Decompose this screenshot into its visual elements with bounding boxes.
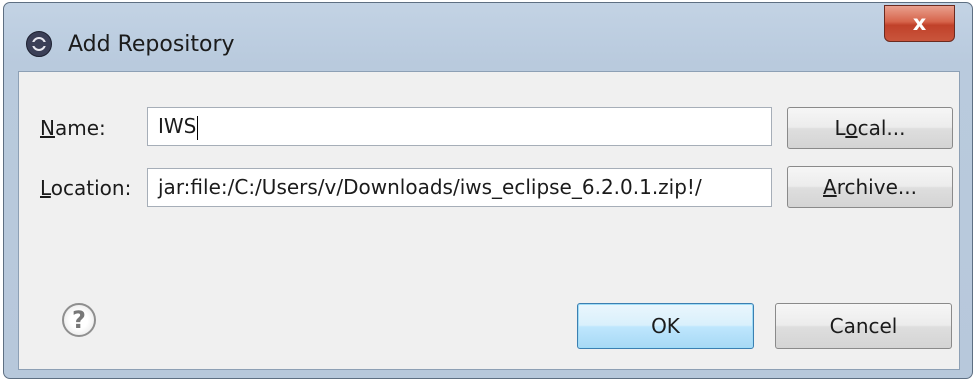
dialog-body: Name: IWS Local... Location: jar:file:/C… (18, 71, 960, 370)
location-label-mnemonic: L (40, 176, 51, 200)
close-icon: x (912, 11, 927, 35)
location-input-value: jar:file:/C:/Users/v/Downloads/iws_eclip… (158, 175, 702, 199)
cancel-button-label: Cancel (829, 314, 898, 338)
name-label-mnemonic: N (40, 116, 55, 140)
local-button-mnemonic: o (845, 116, 858, 140)
name-label: Name: (40, 116, 106, 140)
location-label: Location: (40, 176, 131, 200)
archive-button[interactable]: Archive... (787, 166, 953, 208)
help-glyph: ? (72, 306, 86, 334)
local-button[interactable]: Local... (787, 107, 953, 149)
text-caret (197, 115, 199, 140)
help-icon[interactable]: ? (62, 303, 96, 337)
close-button[interactable]: x (884, 5, 955, 42)
add-repository-dialog: Add Repository x Name: IWS Local... Loca… (3, 2, 973, 379)
location-input[interactable]: jar:file:/C:/Users/v/Downloads/iws_eclip… (147, 168, 772, 207)
cancel-button[interactable]: Cancel (775, 303, 952, 349)
name-input-value: IWS (158, 114, 197, 138)
archive-button-mnemonic: A (823, 175, 837, 199)
local-button-text-start: L (834, 116, 846, 140)
title-bar[interactable]: Add Repository x (4, 3, 972, 69)
ok-button-label: OK (651, 314, 680, 338)
archive-button-text: rchive... (836, 175, 917, 199)
location-label-text: ocation: (50, 176, 132, 200)
name-input[interactable]: IWS (147, 107, 772, 146)
dialog-title: Add Repository (68, 32, 235, 57)
name-label-text: ame: (54, 116, 106, 140)
ok-button[interactable]: OK (577, 303, 754, 349)
eclipse-icon (26, 31, 52, 57)
local-button-text-end: cal... (857, 116, 906, 140)
